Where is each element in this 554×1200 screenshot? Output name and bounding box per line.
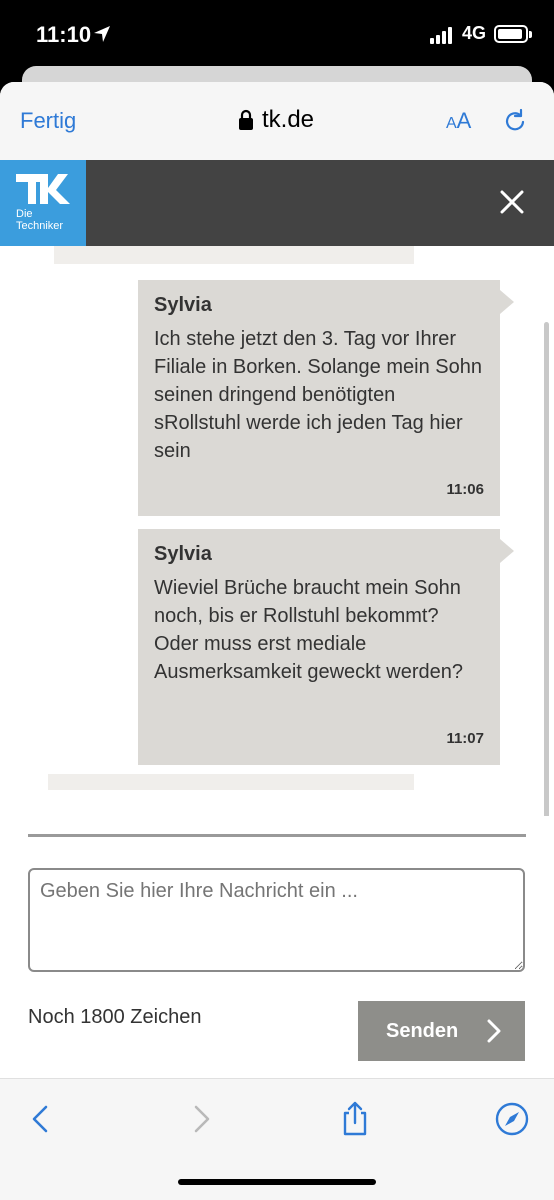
previous-message-edge [54, 246, 414, 264]
sender-name: Sylvia [154, 543, 212, 565]
close-icon[interactable] [494, 184, 530, 220]
tk-logo-mark [16, 174, 70, 204]
sender-name: Sylvia [154, 294, 212, 316]
chevron-right-icon [487, 1019, 501, 1043]
battery-icon [494, 25, 532, 43]
message-time: 11:06 [446, 481, 484, 498]
message-time: 11:07 [446, 730, 484, 747]
status-bar: 11:10 4G [0, 0, 554, 72]
send-button[interactable]: Senden [358, 1001, 525, 1061]
url-field[interactable]: tk.de [238, 106, 314, 134]
compass-icon[interactable] [494, 1101, 530, 1137]
url-text: tk.de [262, 106, 315, 133]
message-input[interactable] [28, 868, 525, 972]
chat-header: Die Techniker [0, 160, 554, 246]
character-counter: Noch 1800 Zeichen [28, 1006, 202, 1028]
tk-logo: Die Techniker [0, 160, 86, 246]
chat-bubble: Sylvia Ich stehe jetzt den 3. Tag vor Ih… [138, 280, 514, 516]
forward-icon[interactable] [182, 1101, 218, 1137]
done-button[interactable]: Fertig [20, 108, 76, 134]
send-label: Senden [386, 1019, 459, 1042]
chat-messages[interactable]: Sylvia Ich stehe jetzt den 3. Tag vor Ih… [0, 246, 554, 816]
message-text: Wieviel Brüche braucht mein Sohn noch, b… [154, 577, 464, 683]
scrollbar[interactable] [544, 322, 549, 816]
browser-toolbar [0, 1078, 554, 1200]
chat-bubble: Sylvia Wieviel Brüche braucht mein Sohn … [138, 529, 514, 765]
text-size-button[interactable]: AA [446, 108, 471, 134]
signal-icon [430, 26, 456, 44]
reload-icon[interactable] [502, 108, 528, 134]
status-time: 11:10 [36, 22, 92, 47]
browser-sheet: Fertig tk.de AA Die Techniker Sylvia Ich… [0, 82, 554, 1200]
network-type: 4G [462, 23, 487, 43]
tk-logo-text: Die Techniker [16, 208, 64, 232]
divider [28, 834, 526, 837]
back-icon[interactable] [24, 1101, 60, 1137]
home-indicator[interactable] [178, 1179, 376, 1185]
location-arrow-icon [94, 26, 110, 42]
share-icon[interactable] [337, 1101, 373, 1137]
lock-icon [239, 109, 253, 130]
message-text: Ich stehe jetzt den 3. Tag vor Ihrer Fil… [154, 328, 482, 462]
next-message-edge [48, 774, 414, 790]
browser-nav-bar: Fertig tk.de AA [0, 82, 554, 160]
